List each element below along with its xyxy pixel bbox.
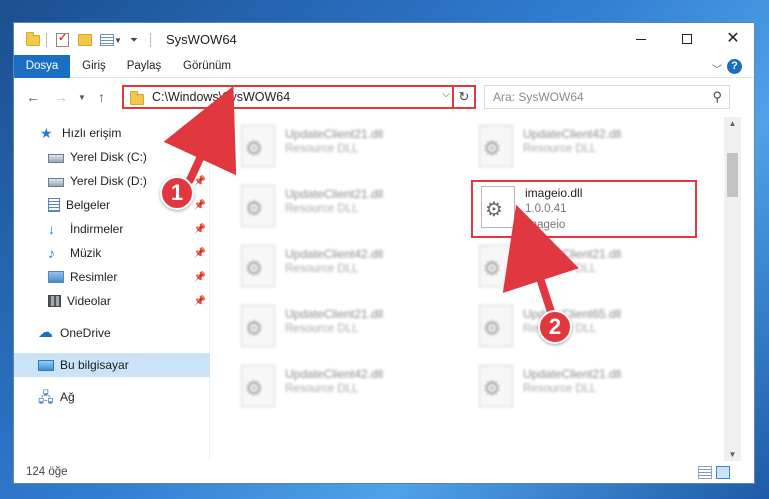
step-badge-2: 2 (538, 310, 572, 344)
arrow-to-address-bar (163, 85, 237, 184)
annotation-arrows (163, 85, 579, 322)
step-badge-1: 1 (160, 176, 194, 210)
arrow-to-imageio (502, 204, 579, 322)
